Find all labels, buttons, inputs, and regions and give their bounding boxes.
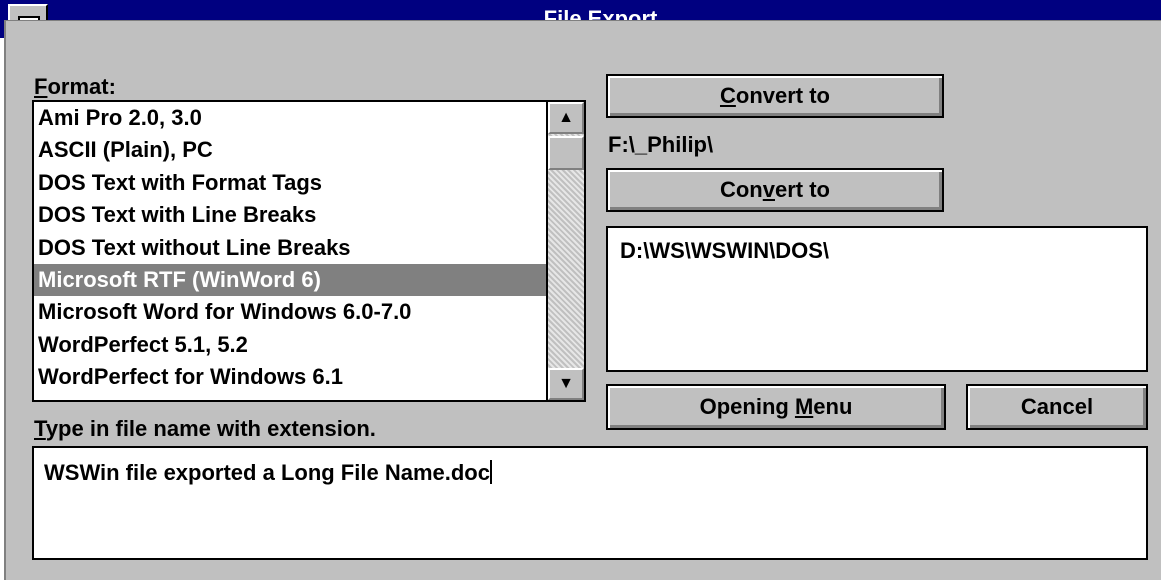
format-listbox[interactable]: Ami Pro 2.0, 3.0 ASCII (Plain), PC DOS Tex…	[32, 100, 586, 402]
text-cursor	[489, 460, 492, 484]
current-path-label: F:\_Philip\	[608, 132, 714, 157]
destination-path-text: D:\WS\WSWIN\DOS\	[620, 238, 829, 263]
opening-menu-button[interactable]: Opening Menu	[606, 384, 946, 430]
format-list-item[interactable]: DOS Text without Line Breaks	[34, 232, 546, 264]
format-list-item[interactable]: DOS Text with Format Tags	[34, 167, 546, 199]
filename-text: WSWin file exported a Long File Name.doc	[44, 460, 490, 485]
format-list-item[interactable]: ASCII (Plain), PC	[34, 134, 546, 166]
format-list-item[interactable]: Microsoft Word for Windows 6.0-7.0	[34, 296, 546, 328]
format-list-item[interactable]: WordPerfect for Windows 6.1	[34, 361, 546, 393]
filename-label: Type in file name with extension.	[34, 416, 376, 441]
format-list: Ami Pro 2.0, 3.0 ASCII (Plain), PC DOS Tex…	[34, 102, 546, 394]
destination-path-box[interactable]: D:\WS\WSWIN\DOS\	[606, 226, 1148, 372]
format-list-item[interactable]: Microsoft RTF (WinWord 6)	[34, 263, 546, 297]
scroll-down-icon[interactable]: ▼	[548, 368, 584, 400]
scroll-up-icon[interactable]: ▲	[548, 102, 584, 134]
convert-to-button-1[interactable]: Convert to	[606, 74, 944, 118]
format-list-item[interactable]: WordPerfect 5.1, 5.2	[34, 329, 546, 361]
format-list-item[interactable]: DOS Text with Line Breaks	[34, 199, 546, 231]
listbox-scrollbar[interactable]: ▲ ▼	[546, 102, 584, 400]
cancel-button[interactable]: Cancel	[966, 384, 1148, 430]
convert-to-button-2[interactable]: Convert to	[606, 168, 944, 212]
scroll-thumb[interactable]	[548, 136, 584, 170]
format-list-item[interactable]: Ami Pro 2.0, 3.0	[34, 102, 546, 134]
format-label: Format:	[34, 74, 116, 99]
filename-input[interactable]: WSWin file exported a Long File Name.doc	[32, 446, 1148, 560]
